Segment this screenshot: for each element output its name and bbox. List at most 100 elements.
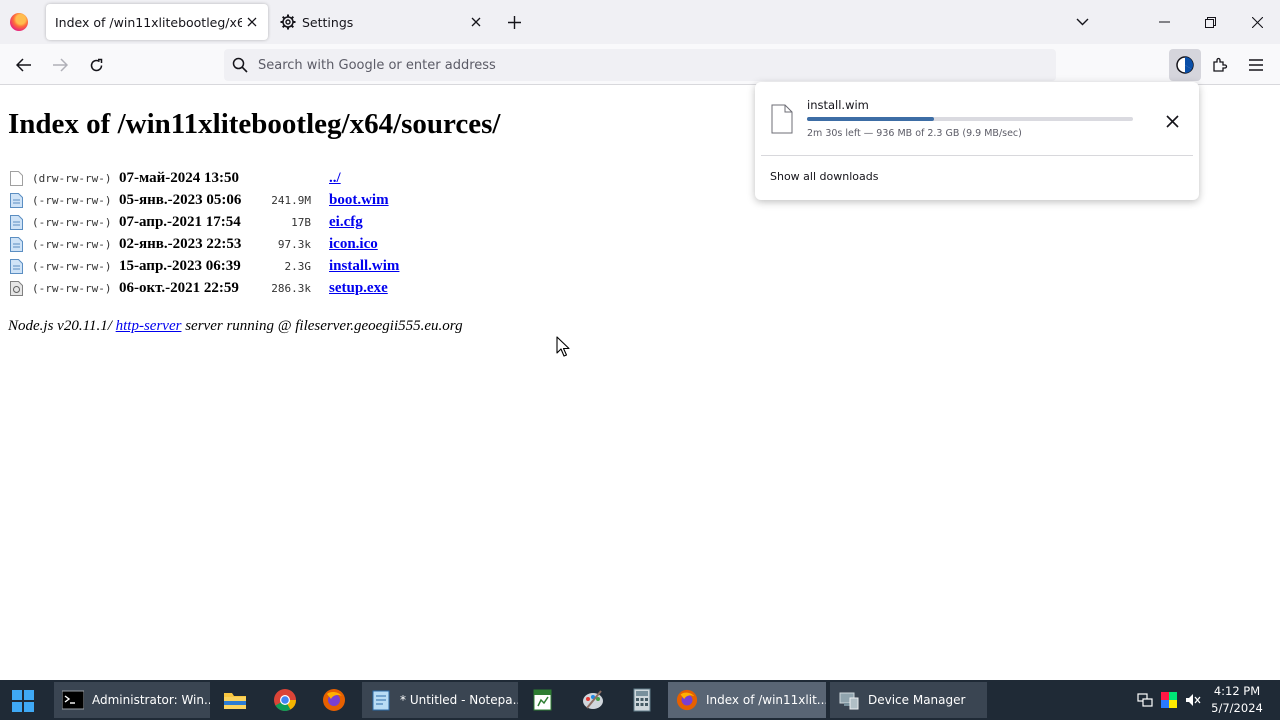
entry-size: 286.3k: [271, 281, 311, 295]
entry-link[interactable]: boot.wim: [329, 192, 389, 209]
entry-link[interactable]: icon.ico: [329, 236, 378, 253]
entry-link[interactable]: ei.cfg: [329, 214, 363, 231]
plus-icon: [507, 15, 521, 29]
entry-permissions: (-rw-rw-rw-): [32, 237, 112, 251]
entry-size: 97.3k: [277, 237, 311, 251]
http-server-link[interactable]: http-server: [116, 318, 182, 334]
minimize-icon: [1158, 21, 1170, 23]
entry-permissions: (-rw-rw-rw-): [32, 281, 112, 295]
paint-app-icon[interactable]: [581, 688, 605, 712]
windows-start-icon[interactable]: [12, 690, 34, 712]
tab-title: Settings: [302, 14, 354, 30]
gear-icon: [280, 14, 296, 30]
forward-arrow-icon: [53, 58, 68, 72]
taskbar-item-label: * Untitled - Notepa...: [400, 693, 518, 707]
listing-row: (-rw-rw-rw-) 07-апр.-2021 17:54 17B ei.cfg: [10, 211, 399, 233]
downloads-panel: install.wim 2m 30s left — 936 MB of 2.3 …: [755, 82, 1199, 200]
address-bar[interactable]: [224, 49, 1056, 81]
device-manager-icon: [839, 692, 859, 710]
firefox-icon: [676, 689, 698, 711]
taskbar-item-notepad[interactable]: * Untitled - Notepa...: [362, 682, 518, 718]
file-icon: [10, 192, 23, 208]
list-all-tabs-button[interactable]: [1071, 11, 1093, 33]
listing-row: (-rw-rw-rw-) 06-окт.-2021 22:59 286.3k setu…: [10, 277, 399, 299]
exe-icon: [10, 280, 23, 296]
download-progress-fill: [807, 117, 935, 121]
firefox-icon[interactable]: [322, 688, 346, 712]
terminal-icon: [62, 690, 84, 710]
file-icon: [10, 236, 23, 252]
mouse-cursor-icon: [556, 336, 570, 357]
extensions-button[interactable]: [1206, 51, 1234, 79]
download-status: 2m 30s left — 936 MB of 2.3 GB (9.9 MB/s…: [807, 128, 1022, 139]
page-title: Index of /win11xlitebootleg/x64/sources/: [8, 108, 501, 140]
directory-listing: (drw-rw-rw-) 07-май-2024 13:50 ../ (-rw-rw-…: [10, 167, 399, 299]
entry-permissions: (-rw-rw-rw-): [32, 259, 112, 273]
navigation-toolbar: [0, 44, 1280, 85]
taskbar-item-cmd[interactable]: Administrator: Win...: [54, 682, 210, 718]
downloads-button[interactable]: [1169, 49, 1201, 81]
chrome-icon[interactable]: [273, 688, 297, 712]
restore-icon: [1204, 16, 1216, 28]
entry-size: 17B: [291, 215, 311, 229]
entry-permissions: (drw-rw-rw-): [32, 171, 112, 185]
forward-button[interactable]: [46, 51, 74, 79]
chevron-down-icon: [1076, 18, 1088, 26]
network-icon[interactable]: [1137, 692, 1153, 708]
taskbar-item-label: Device Manager: [868, 693, 966, 707]
firefox-logo-icon[interactable]: [10, 13, 28, 31]
reload-button[interactable]: [82, 51, 110, 79]
file-explorer-icon[interactable]: [223, 688, 247, 712]
address-input[interactable]: [258, 57, 1018, 73]
taskbar: Administrator: Win... * Untitled - Notep…: [0, 680, 1280, 720]
hamburger-menu-icon: [1249, 59, 1263, 71]
close-icon: [1165, 114, 1179, 128]
show-all-downloads-button[interactable]: Show all downloads: [770, 170, 878, 183]
file-icon: [10, 214, 23, 230]
listing-row: (-rw-rw-rw-) 05-янв.-2023 05:06 241.9M boot…: [10, 189, 399, 211]
cancel-download-button[interactable]: [1161, 110, 1183, 132]
app-menu-button[interactable]: [1242, 51, 1270, 79]
entry-date: 05-янв.-2023 05:06: [119, 191, 242, 208]
close-window-button[interactable]: [1243, 8, 1271, 36]
taskbar-clock[interactable]: 4:12 PM 5/7/2024: [1207, 683, 1267, 717]
calculator-icon[interactable]: [630, 688, 654, 712]
restore-button[interactable]: [1196, 8, 1224, 36]
server-footer: Node.js v20.11.1/ http-server server run…: [8, 318, 463, 335]
entry-date: 06-окт.-2021 22:59: [119, 279, 239, 296]
close-icon: [1251, 16, 1263, 28]
search-icon: [232, 57, 248, 73]
panel-divider: [761, 155, 1193, 156]
color-app-tray-icon[interactable]: [1161, 692, 1177, 708]
entry-link[interactable]: ../: [329, 170, 341, 187]
download-file-name[interactable]: install.wim: [807, 98, 869, 112]
notepad-icon: [372, 690, 390, 711]
puzzle-icon: [1213, 57, 1228, 72]
taskbar-item-label: Administrator: Win...: [92, 693, 210, 707]
listing-row: (-rw-rw-rw-) 02-янв.-2023 22:53 97.3k icon.…: [10, 233, 399, 255]
close-tab-icon[interactable]: [242, 12, 262, 32]
entry-link[interactable]: setup.exe: [329, 280, 388, 297]
entry-link[interactable]: install.wim: [329, 258, 399, 275]
close-tab-icon[interactable]: [466, 12, 486, 32]
taskbar-item-firefox-window[interactable]: Index of /win11xlit...: [668, 682, 826, 718]
minimize-button[interactable]: [1150, 8, 1178, 36]
tab-directory-index[interactable]: Index of /win11xlitebootleg/x64/so: [46, 4, 268, 40]
taskbar-item-device-manager[interactable]: Device Manager: [830, 682, 987, 718]
speaker-muted-icon[interactable]: [1185, 692, 1201, 708]
back-arrow-icon: [16, 58, 31, 72]
folder-icon: [10, 170, 23, 186]
back-button[interactable]: [10, 51, 38, 79]
tab-title: Index of /win11xlitebootleg/x64/so: [55, 14, 242, 30]
entry-size: 2.3G: [284, 259, 312, 273]
entry-date: 07-май-2024 13:50: [119, 169, 239, 186]
clock-time: 4:12 PM: [1213, 684, 1261, 698]
clock-date: 5/7/2024: [1211, 701, 1263, 715]
footer-suffix: server running @ fileserver.geoegii555.e…: [181, 318, 463, 334]
entry-permissions: (-rw-rw-rw-): [32, 215, 112, 229]
tab-settings[interactable]: Settings: [270, 4, 492, 40]
new-tab-button[interactable]: [503, 11, 525, 33]
listing-row: (drw-rw-rw-) 07-май-2024 13:50 ../: [10, 167, 399, 189]
spreadsheet-app-icon[interactable]: [531, 688, 555, 712]
reload-icon: [90, 58, 102, 71]
